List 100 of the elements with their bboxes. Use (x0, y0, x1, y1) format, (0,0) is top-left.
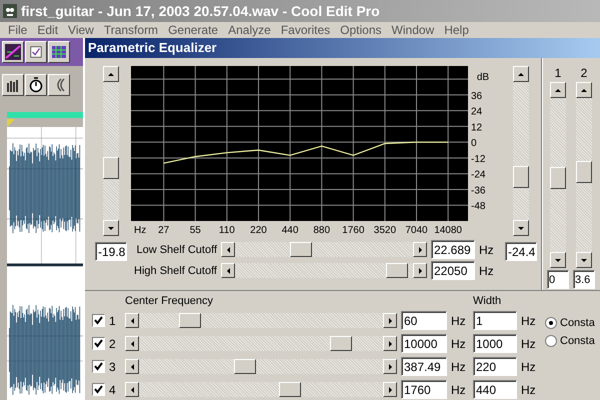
slider-thumb[interactable] (278, 382, 301, 397)
checkbox[interactable] (92, 360, 105, 373)
scroll-down-button[interactable] (576, 252, 592, 268)
slider-thumb[interactable] (290, 242, 312, 257)
radio-button[interactable] (545, 317, 557, 329)
menu-item[interactable]: View (63, 23, 99, 37)
scroll-left-button[interactable] (125, 336, 139, 351)
tick-label: -48 (471, 201, 486, 212)
band-number: 4 (109, 382, 117, 396)
window-title: first_guitar - Jun 17, 2003 20.57.04.wav - Cool Edit Pro (21, 3, 380, 19)
unit-label: Hz (521, 314, 537, 328)
scroll-right-button[interactable] (413, 263, 427, 278)
scroll-down-button[interactable] (103, 220, 119, 236)
tick-label: 36 (471, 90, 482, 102)
menu-item[interactable]: Transform (98, 23, 164, 37)
checkbox[interactable] (92, 314, 105, 327)
value-field[interactable]: -19.8 (95, 242, 127, 261)
column-heading: Center Frequency (125, 295, 214, 307)
slider-thumb[interactable] (103, 157, 119, 180)
tick-label: -36 (471, 185, 486, 196)
menu-item[interactable]: Window (386, 23, 440, 37)
scroll-right-button[interactable] (383, 382, 397, 397)
tick-label: 110 (218, 225, 235, 236)
width-field[interactable]: 1000 (473, 334, 517, 353)
slider-thumb[interactable] (234, 359, 256, 374)
toolbar-button[interactable] (48, 74, 70, 96)
menu-item[interactable]: Favorites (276, 23, 336, 37)
unit-label: Hz (521, 360, 537, 374)
band-number: 1 (109, 314, 117, 328)
unit-label: Hz (451, 314, 467, 328)
frequency-field[interactable]: 1760 (401, 380, 447, 399)
slider-thumb[interactable] (513, 166, 529, 188)
unit-label: Hz (479, 242, 495, 256)
scroll-left-button[interactable] (125, 382, 139, 397)
menu-item[interactable]: Analyze (223, 23, 276, 37)
slider-thumb[interactable] (330, 336, 352, 351)
frequency-field[interactable]: 22050 (431, 261, 475, 280)
toolbar-button[interactable] (2, 41, 24, 63)
spectral-icon (5, 44, 21, 60)
frequency-field[interactable]: 387.49 (401, 357, 447, 376)
scroll-right-button[interactable] (413, 242, 427, 257)
shelf-label: Low Shelf Cutoff (135, 244, 217, 256)
scroll-left-button[interactable] (125, 313, 139, 328)
unit-label: Hz (451, 336, 467, 350)
scroll-up-button[interactable] (103, 66, 119, 82)
width-field[interactable]: 440 (473, 380, 517, 399)
scroll-left-button[interactable] (221, 263, 235, 278)
tick-label: -12 (471, 154, 486, 165)
frequency-field[interactable]: 10000 (401, 334, 447, 353)
menu-item[interactable]: Generate (163, 23, 224, 37)
toolbar-button[interactable] (2, 74, 24, 96)
tick-label: 0 (471, 138, 477, 150)
menu-item[interactable]: File (3, 23, 32, 37)
radio-label: Consta (560, 335, 595, 347)
gain-field[interactable]: 3.6 (573, 270, 595, 289)
scroll-up-button[interactable] (550, 82, 566, 98)
scroll-left-button[interactable] (221, 242, 235, 257)
width-field[interactable]: 220 (473, 357, 517, 376)
checkbox[interactable] (92, 337, 105, 350)
frequency-field[interactable]: 60 (401, 311, 447, 330)
column-heading: Width (473, 295, 502, 307)
tick-label: 24 (471, 106, 482, 118)
tick-label: 3520 (374, 225, 396, 236)
tick-label: 14080 (434, 225, 462, 236)
value-field[interactable]: -24.4 (505, 242, 537, 261)
toolbar-button[interactable] (25, 74, 47, 96)
tick-label: 7040 (405, 225, 428, 236)
unit-label: Hz (521, 382, 537, 396)
slider-thumb[interactable] (550, 166, 566, 189)
toolbar-button[interactable] (25, 41, 47, 63)
menu-item[interactable]: Options (335, 23, 387, 37)
menu-item[interactable]: Help (439, 23, 474, 37)
app-icon (2, 3, 18, 19)
unit-label: Hz (451, 382, 467, 396)
slider-thumb[interactable] (576, 161, 592, 184)
width-field[interactable]: 1 (473, 311, 517, 330)
scroll-down-button[interactable] (550, 252, 566, 268)
unit-label: Hz (521, 336, 537, 350)
scroll-up-button[interactable] (576, 82, 592, 98)
gain-field[interactable]: 0 (547, 270, 569, 289)
bars-icon (5, 77, 21, 93)
slider-thumb[interactable] (178, 313, 201, 328)
menu-item[interactable]: Edit (32, 23, 64, 37)
scroll-right-button[interactable] (383, 359, 397, 374)
toolbar-button[interactable] (48, 41, 70, 63)
scroll-right-button[interactable] (383, 313, 397, 328)
tick-label: -24 (471, 170, 486, 181)
scroll-down-button[interactable] (513, 220, 529, 236)
band-number: 2 (109, 336, 117, 350)
unit-label: Hz (479, 264, 495, 278)
scroll-right-button[interactable] (383, 336, 397, 351)
scroll-up-button[interactable] (513, 66, 529, 82)
checkbox[interactable] (92, 383, 105, 396)
frequency-field[interactable]: 22.689 (431, 240, 475, 259)
axis-label: dB (476, 72, 490, 83)
slider-thumb[interactable] (386, 263, 408, 278)
scroll-left-button[interactable] (125, 359, 139, 374)
tick-label: 1760 (342, 225, 364, 236)
radio-button[interactable] (545, 335, 557, 347)
checkbox-icon (29, 45, 43, 59)
